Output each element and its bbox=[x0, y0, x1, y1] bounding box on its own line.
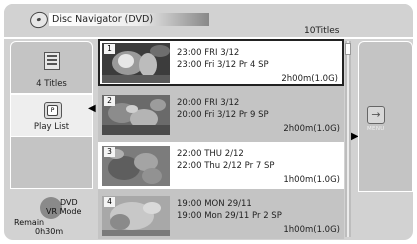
title-datetime: 22:00 THU 2/12 bbox=[177, 149, 244, 159]
playlist-icon: P bbox=[44, 102, 62, 119]
title-duration: 2h00m(1.0G) bbox=[283, 124, 340, 134]
title-details: 23:00 Fri 3/12 Pr 4 SP bbox=[177, 60, 269, 70]
title-row[interactable]: 1 23:00 FRI 3/12 23:00 Fri 3/12 Pr 4 SP … bbox=[98, 39, 344, 86]
title-datetime: 23:00 FRI 3/12 bbox=[177, 48, 240, 58]
navigator-frame: Disc Navigator (DVD) 10Titles 4 Titles P… bbox=[4, 4, 413, 240]
title-details: 19:00 Mon 29/11 Pr 2 SP bbox=[177, 211, 282, 221]
disc-navigator-screen: Disc Navigator (DVD) 10Titles 4 Titles P… bbox=[0, 0, 417, 244]
left-arrow-icon: ◀ bbox=[88, 103, 96, 114]
remain-value: 0h30m bbox=[35, 227, 64, 236]
scrollbar[interactable] bbox=[345, 41, 351, 237]
title-thumbnail: 4 bbox=[102, 196, 170, 236]
title-row[interactable]: 2 20:00 FRI 3/12 20:00 Fri 3/12 Pr 9 SP … bbox=[98, 91, 344, 138]
title-number: 2 bbox=[104, 96, 115, 106]
scrollbar-thumb[interactable] bbox=[345, 43, 351, 55]
title-details: 20:00 Fri 3/12 Pr 9 SP bbox=[177, 110, 269, 120]
title-duration: 1h00m(1.0G) bbox=[283, 225, 340, 235]
menu-label: MENU bbox=[367, 126, 385, 132]
scrollbar-track bbox=[347, 41, 349, 237]
title-row[interactable]: 3 22:00 THU 2/12 22:00 Thu 2/12 Pr 7 SP … bbox=[98, 142, 344, 189]
menu-panel[interactable]: → MENU bbox=[358, 41, 413, 192]
title-number: 3 bbox=[104, 147, 115, 157]
page-title: Disc Navigator (DVD) bbox=[52, 14, 154, 25]
tab-titles[interactable]: 4 Titles bbox=[10, 41, 93, 94]
tab-playlist-label: Play List bbox=[33, 122, 70, 132]
title-list: 1 23:00 FRI 3/12 23:00 Fri 3/12 Pr 4 SP … bbox=[98, 39, 344, 239]
sidebar-panel bbox=[10, 137, 93, 189]
title-thumbnail: 2 bbox=[102, 95, 170, 135]
title-number: 4 bbox=[104, 197, 115, 207]
header: Disc Navigator (DVD) 10Titles bbox=[4, 4, 413, 36]
title-list-icon bbox=[44, 52, 60, 70]
title-count: 10Titles bbox=[304, 26, 340, 36]
tab-playlist[interactable]: P Play List bbox=[10, 94, 93, 137]
disc-type: DVD bbox=[60, 198, 78, 207]
title-datetime: 20:00 FRI 3/12 bbox=[177, 98, 240, 108]
title-duration: 2h00m(1.0G) bbox=[281, 74, 338, 84]
title-row[interactable]: 4 19:00 MON 29/11 19:00 Mon 29/11 Pr 2 S… bbox=[98, 192, 344, 239]
title-thumbnail: 3 bbox=[102, 146, 170, 186]
menu-arrow-icon: → bbox=[367, 106, 385, 124]
remain-label: Remain bbox=[14, 218, 45, 227]
disc-icon bbox=[27, 9, 51, 31]
title-duration: 1h00m(1.0G) bbox=[283, 175, 340, 185]
title-bar: Disc Navigator (DVD) bbox=[49, 13, 209, 26]
sidebar: 4 Titles P Play List DVD VR Mode Remain … bbox=[10, 41, 93, 237]
recording-mode: VR Mode bbox=[46, 207, 82, 216]
title-datetime: 19:00 MON 29/11 bbox=[177, 199, 252, 209]
tab-titles-label: 4 Titles bbox=[36, 79, 67, 89]
title-details: 22:00 Thu 2/12 Pr 7 SP bbox=[177, 161, 275, 171]
title-number: 1 bbox=[104, 44, 115, 54]
title-thumbnail: 1 bbox=[102, 43, 170, 83]
